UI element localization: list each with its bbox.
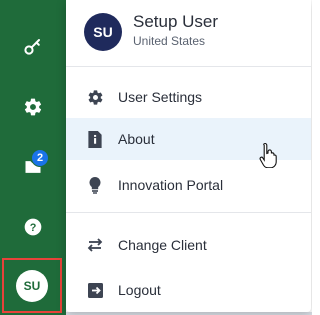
lightbulb-icon [86, 176, 104, 194]
key-icon [23, 37, 43, 57]
sidebar-item-settings[interactable] [0, 83, 66, 131]
menu-item-label: Innovation Portal [118, 177, 224, 193]
menu-item-logout[interactable]: Logout [66, 269, 311, 311]
menu-item-user-settings[interactable]: User Settings [66, 76, 311, 118]
menu-item-innovation-portal[interactable]: Innovation Portal [66, 164, 311, 206]
help-icon: ? [23, 217, 43, 237]
user-country: United States [133, 34, 206, 48]
divider [66, 66, 311, 67]
menu-item-label: Logout [118, 282, 161, 298]
notification-badge: 2 [31, 149, 49, 167]
app-window: 2 ? SU SU Setup User United States User … [0, 0, 312, 315]
user-avatar: SU [84, 13, 122, 51]
user-avatar-button[interactable]: SU [2, 258, 62, 313]
menu-item-label: Change Client [118, 237, 207, 253]
sidebar-item-documents[interactable]: 2 [0, 143, 66, 191]
menu-item-label: About [118, 131, 155, 147]
menu-item-change-client[interactable]: Change Client [66, 224, 311, 266]
svg-text:?: ? [30, 222, 37, 234]
swap-arrows-icon [86, 236, 104, 254]
logout-icon [86, 281, 104, 299]
user-name: Setup User [133, 12, 219, 31]
menu-item-about[interactable]: About [66, 118, 311, 160]
divider [66, 212, 311, 213]
info-icon [86, 130, 104, 148]
menu-item-label: User Settings [118, 89, 203, 105]
sidebar-item-help[interactable]: ? [0, 203, 66, 251]
left-sidebar: 2 ? SU [0, 0, 66, 315]
sidebar-item-keys[interactable] [0, 23, 66, 71]
gear-icon [23, 97, 43, 117]
gear-icon [86, 88, 104, 106]
user-menu: SU Setup User United States User Setting… [66, 0, 311, 312]
user-menu-header: SU Setup User United States [66, 0, 311, 66]
avatar: SU [16, 269, 48, 302]
